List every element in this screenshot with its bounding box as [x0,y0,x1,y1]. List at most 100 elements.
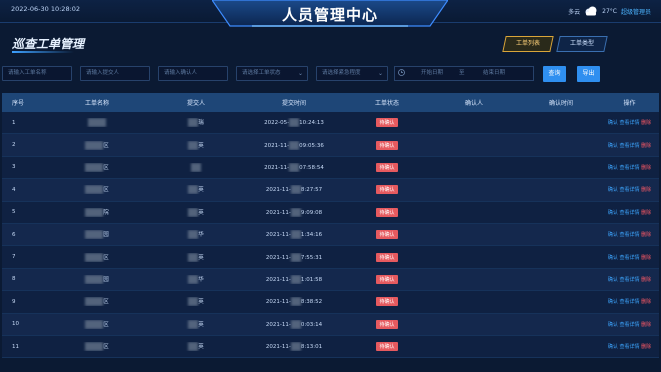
order-name-suffix: 区 [103,187,109,194]
confirm-link[interactable]: 确认 [608,120,618,126]
submitter-suffix: 华 [198,232,204,239]
detail-link[interactable]: 查看详情 [619,120,639,126]
order-name-suffix: 区 [103,142,109,149]
detail-link[interactable]: 查看详情 [619,210,639,216]
delete-link[interactable]: 删除 [641,143,651,149]
order-status: 待确认 [348,140,426,150]
submitter: 英 [152,297,240,307]
submitter-suffix: 英 [198,142,204,149]
urgency-select-placeholder: 请选择紧急程度 [322,70,361,76]
confirm-link[interactable]: 确认 [608,232,618,238]
date-range-picker[interactable]: 开始日期 至 结束日期 [394,66,534,81]
search-button[interactable]: 查询 [543,66,566,82]
confirm-link[interactable]: 确认 [608,165,618,171]
submit-time: 2021-11- 1:34:16 [240,230,348,240]
submit-time-clock: 10:24:13 [299,120,324,127]
detail-link[interactable]: 查看详情 [619,299,639,305]
clock-icon [398,67,405,80]
order-status: 待确认 [348,207,426,217]
delete-link[interactable]: 删除 [641,322,651,328]
delete-link[interactable]: 删除 [641,210,651,216]
confirm-link[interactable]: 确认 [608,255,618,261]
redacted-name [88,118,106,128]
header-index: 序号 [12,100,25,107]
order-name: 区 [42,297,152,307]
confirm-link[interactable]: 确认 [608,143,618,149]
detail-link[interactable]: 查看详情 [619,344,639,350]
confirm-link[interactable]: 确认 [608,344,618,350]
confirmer-input[interactable]: 请输入确认人 [158,66,228,81]
redacted-day [290,252,301,262]
redacted-day [290,342,301,352]
delete-link[interactable]: 删除 [641,187,651,193]
user-name[interactable]: 超级管理员 [621,7,651,16]
redacted-day [290,207,301,217]
confirm-link[interactable]: 确认 [608,277,618,283]
redacted-submitter [188,297,199,307]
order-name-input[interactable]: 请输入工单名称 [2,66,72,81]
start-date-input[interactable]: 开始日期 [421,67,443,80]
order-name: 院 [42,207,152,217]
row-index: 5 [12,209,16,216]
row-index: 4 [12,186,16,193]
redacted-day [290,185,301,195]
redacted-name [85,252,104,262]
confirm-link[interactable]: 确认 [608,322,618,328]
submit-time-date: 2022-05- [264,120,290,127]
redacted-name [85,207,104,217]
urgency-select[interactable]: 请选择紧急程度 ⌄ [316,66,388,81]
chevron-down-icon: ⌄ [377,70,383,77]
table-row: 10 区 英 2021-11- 0:03:14 待确认 确认 查看详情 删除 [2,313,659,336]
order-status: 待确认 [348,342,426,352]
order-name: 区 [42,319,152,329]
submitter: 英 [152,252,240,262]
order-status: 待确认 [348,185,426,195]
order-status: 待确认 [348,230,426,240]
export-button[interactable]: 导出 [577,66,600,82]
status-select[interactable]: 请选择工单状态 ⌄ [236,66,308,81]
detail-link[interactable]: 查看详情 [619,143,639,149]
detail-link[interactable]: 查看详情 [619,187,639,193]
submitter: 华 [152,274,240,284]
table-row: 6 园 华 2021-11- 1:34:16 待确认 确认 查看详情 删除 [2,223,659,247]
redacted-name [85,140,104,150]
delete-link[interactable]: 删除 [641,344,651,350]
redacted-name [85,274,104,284]
submitter-input[interactable]: 请输入提交人 [80,66,150,81]
detail-link[interactable]: 查看详情 [619,322,639,328]
redacted-submitter [191,162,201,172]
temperature: 27°C [602,7,617,15]
delete-link[interactable]: 删除 [641,277,651,283]
confirm-link[interactable]: 确认 [608,210,618,216]
end-date-input[interactable]: 结束日期 [483,67,505,80]
redacted-day [289,162,300,172]
redacted-day [290,274,301,284]
detail-link[interactable]: 查看详情 [619,232,639,238]
delete-link[interactable]: 删除 [641,299,651,305]
order-name-suffix: 园 [103,232,109,239]
current-datetime: 2022-06-30 10:28:02 [11,5,81,13]
delete-link[interactable]: 删除 [641,120,651,126]
redacted-submitter [188,185,199,195]
order-name-suffix: 区 [103,344,109,351]
submit-time-clock: 8:27:57 [300,187,323,194]
delete-link[interactable]: 删除 [641,255,651,261]
delete-link[interactable]: 删除 [641,165,651,171]
detail-link[interactable]: 查看详情 [619,255,639,261]
row-actions: 确认 查看详情 删除 [600,164,659,171]
table-row: 2 区 英 2021-11- 09:05:36 待确认 确认 查看详情 删除 [2,134,659,157]
header-confirm-time: 确认时间 [548,100,573,107]
confirm-link[interactable]: 确认 [608,299,618,305]
detail-link[interactable]: 查看详情 [619,277,639,283]
order-name-suffix: 院 [103,209,109,216]
row-index: 1 [12,119,16,126]
tab-order-list[interactable]: 工单列表 [502,36,554,52]
delete-link[interactable]: 删除 [641,232,651,238]
row-index: 3 [12,164,16,171]
order-status: 待确认 [348,297,426,307]
tab-order-type[interactable]: 工单类型 [556,36,608,52]
order-name: 区 [42,342,152,352]
row-index: 8 [12,276,16,283]
detail-link[interactable]: 查看详情 [619,165,639,171]
confirm-link[interactable]: 确认 [608,187,618,193]
